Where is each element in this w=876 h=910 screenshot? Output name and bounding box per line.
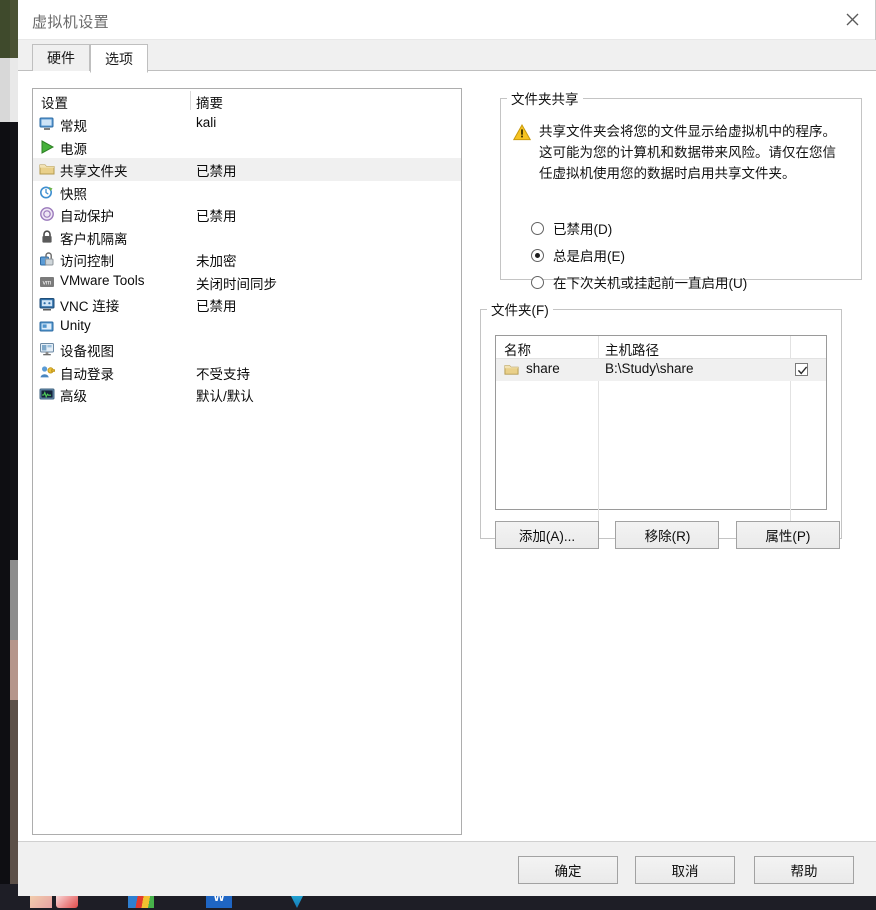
radio-always-enabled[interactable]: 总是启用(E) xyxy=(531,245,625,265)
device-view-icon xyxy=(39,341,55,357)
settings-row-device-view[interactable]: 设备视图 xyxy=(33,338,461,361)
settings-row-vmware-tools[interactable]: vm VMware Tools 关闭时间同步 xyxy=(33,271,461,294)
settings-row-summary: 已禁用 xyxy=(196,209,237,224)
radio-label: 总是启用(E) xyxy=(553,249,625,264)
sharing-warning-text: 共享文件夹会将您的文件显示给虚拟机中的程序。这可能为您的计算机和数据带来风险。请… xyxy=(539,124,836,181)
lock-icon xyxy=(39,229,55,245)
autologon-icon xyxy=(39,364,56,380)
radio-label: 已禁用(D) xyxy=(553,222,613,237)
folders-legend: 文件夹(F) xyxy=(491,303,549,318)
close-icon xyxy=(846,13,858,25)
vmware-tools-icon: vm xyxy=(39,274,55,290)
folder-name: share xyxy=(526,361,560,376)
settings-row-summary: 已禁用 xyxy=(196,299,237,314)
settings-row-access-control[interactable]: 访问控制 未加密 xyxy=(33,248,461,271)
settings-row-label: Unity xyxy=(60,317,91,333)
close-button[interactable] xyxy=(829,0,875,38)
settings-row-power[interactable]: 电源 xyxy=(33,136,461,159)
warning-icon xyxy=(512,123,532,141)
monitor-icon xyxy=(39,116,55,132)
radio-button-icon-selected xyxy=(531,248,544,262)
column-header-host-path: 主机路径 xyxy=(605,343,659,358)
ok-button[interactable]: 确定 xyxy=(518,856,618,884)
dialog-footer: 确定 取消 帮助 xyxy=(18,842,876,896)
settings-row-unity[interactable]: Unity xyxy=(33,316,461,339)
vm-settings-dialog: 虚拟机设置 硬件 选项 设置 摘要 常规 kali 电源 共享文件夹 已禁用 快… xyxy=(18,0,876,896)
help-button[interactable]: 帮助 xyxy=(754,856,854,884)
remove-folder-button[interactable]: 移除(R) xyxy=(615,521,720,549)
folders-table[interactable]: 名称 主机路径 share B:\Study\share xyxy=(495,335,827,534)
settings-row-summary: kali xyxy=(196,115,217,130)
settings-list-header: 设置 摘要 xyxy=(33,89,461,113)
title-bar: 虚拟机设置 xyxy=(18,0,875,40)
folder-sharing-legend: 文件夹共享 xyxy=(511,92,579,107)
vnc-icon xyxy=(39,296,55,312)
page-title: 虚拟机设置 xyxy=(32,14,110,31)
tab-hardware[interactable]: 硬件 xyxy=(32,44,90,72)
cancel-button[interactable]: 取消 xyxy=(635,856,735,884)
folder-actions: 添加(A)... 移除(R) 属性(P) xyxy=(495,521,840,549)
tab-options[interactable]: 选项 xyxy=(90,44,148,73)
settings-row-label: 共享文件夹 xyxy=(60,164,128,179)
desktop-left-edge xyxy=(0,0,10,910)
power-icon xyxy=(39,139,55,155)
radio-label: 在下次关机或挂起前一直启用(U) xyxy=(553,276,748,291)
settings-row-summary: 关闭时间同步 xyxy=(196,276,277,292)
settings-row-label: 自动保护 xyxy=(60,209,114,224)
settings-row-autoprotect[interactable]: 自动保护 已禁用 xyxy=(33,203,461,226)
settings-row-snapshot[interactable]: 快照 xyxy=(33,181,461,204)
settings-list[interactable]: 设置 摘要 常规 kali 电源 共享文件夹 已禁用 快照 自动保护 已禁用 客… xyxy=(32,88,462,835)
folder-sharing-group: 文件夹共享 共享文件夹会将您的文件显示给虚拟机中的程序。这可能为您的计算机和数据… xyxy=(500,88,862,291)
settings-row-label: 电源 xyxy=(60,141,87,157)
settings-row-summary: 未加密 xyxy=(196,254,237,269)
autoprotect-icon xyxy=(39,206,55,222)
settings-row-shared-folders[interactable]: 共享文件夹 已禁用 xyxy=(33,158,461,181)
column-header-summary: 摘要 xyxy=(196,96,223,111)
settings-row-label: 常规 xyxy=(60,119,87,134)
settings-row-advanced[interactable]: 高级 默认/默认 xyxy=(33,383,461,406)
folder-properties-button[interactable]: 属性(P) xyxy=(735,521,840,549)
folder-enabled-checkbox[interactable] xyxy=(795,363,808,376)
radio-button-icon xyxy=(531,275,544,289)
unity-icon xyxy=(39,319,55,335)
folders-group: 文件夹(F) 名称 主机路径 share B:\Study\share 添加(A… xyxy=(480,299,842,549)
snapshot-icon xyxy=(39,184,55,200)
settings-row-summary: 默认/默认 xyxy=(196,389,254,404)
access-control-icon xyxy=(39,251,55,267)
check-icon xyxy=(797,366,808,375)
settings-row-vnc[interactable]: VNC 连接 已禁用 xyxy=(33,293,461,316)
settings-row-summary: 不受支持 xyxy=(196,366,250,382)
settings-row-general[interactable]: 常规 kali xyxy=(33,113,461,136)
radio-until-shutdown[interactable]: 在下次关机或挂起前一直启用(U) xyxy=(531,272,747,292)
column-header-name: 名称 xyxy=(504,343,531,358)
settings-row-guest-isolation[interactable]: 客户机隔离 xyxy=(33,226,461,249)
settings-row-label: 快照 xyxy=(60,186,87,202)
settings-row-label: 设备视图 xyxy=(60,344,114,359)
svg-text:vm: vm xyxy=(43,279,52,286)
tab-strip: 硬件 选项 xyxy=(18,40,876,73)
folder-icon xyxy=(39,161,55,177)
folder-host-path: B:\Study\share xyxy=(605,361,694,376)
settings-row-label: 高级 xyxy=(60,389,87,404)
folders-table-header: 名称 主机路径 xyxy=(496,336,826,359)
dialog-body: 设置 摘要 常规 kali 电源 共享文件夹 已禁用 快照 自动保护 已禁用 客… xyxy=(18,71,876,842)
radio-button-icon xyxy=(531,221,544,235)
column-header-setting: 设置 xyxy=(41,96,68,111)
settings-rows: 常规 kali 电源 共享文件夹 已禁用 快照 自动保护 已禁用 客户机隔离 访… xyxy=(33,113,461,406)
settings-row-label: 访问控制 xyxy=(60,254,114,269)
advanced-icon xyxy=(39,386,55,402)
table-row[interactable]: share B:\Study\share xyxy=(496,359,826,381)
header-separator xyxy=(190,91,191,110)
settings-row-summary: 已禁用 xyxy=(196,164,237,179)
settings-row-label: VNC 连接 xyxy=(60,299,120,314)
radio-disabled[interactable]: 已禁用(D) xyxy=(531,218,612,238)
settings-row-label: VMware Tools xyxy=(60,272,145,288)
settings-row-label: 客户机隔离 xyxy=(60,231,128,247)
settings-row-autologon[interactable]: 自动登录 不受支持 xyxy=(33,361,461,384)
folder-icon xyxy=(504,362,519,377)
screen: W 虚拟机设置 硬件 选项 设置 摘要 常规 kali 电源 共享文件夹 已禁用… xyxy=(0,0,876,910)
settings-row-label: 自动登录 xyxy=(60,366,114,382)
add-folder-button[interactable]: 添加(A)... xyxy=(495,521,599,549)
